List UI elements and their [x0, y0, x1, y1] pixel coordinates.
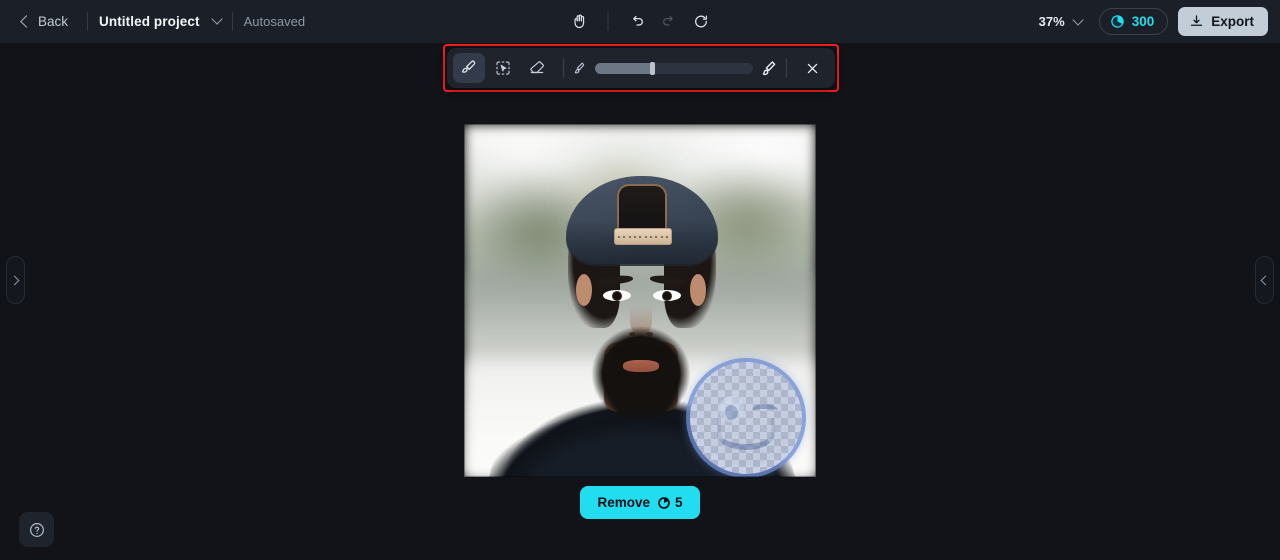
header-right-group: 37% 300 Export: [1032, 0, 1268, 43]
credit-coin-icon: [658, 496, 670, 509]
slider-handle[interactable]: [649, 61, 655, 75]
help-circle-icon: [29, 522, 44, 537]
redo-icon[interactable]: [654, 7, 684, 37]
zoom-level-control[interactable]: 37%: [1032, 9, 1089, 34]
brush-size-large-icon[interactable]: [760, 59, 778, 77]
chevron-down-icon[interactable]: [210, 13, 223, 25]
eraser-icon: [530, 61, 544, 74]
zoom-level-value: 37%: [1038, 14, 1065, 29]
remove-cost-group: 5: [657, 495, 683, 510]
chevron-right-icon: [9, 275, 20, 285]
back-button-label: Back: [38, 13, 69, 29]
image-editor-app: Back Untitled project Autosaved 37% 300 …: [0, 0, 1280, 560]
divider: [87, 11, 89, 31]
credits-badge[interactable]: 300: [1098, 8, 1169, 35]
toolbar-close-segment: [778, 53, 829, 83]
brush-size-slider[interactable]: [594, 61, 753, 75]
header-left-group: Back Untitled project Autosaved: [14, 9, 305, 34]
back-button[interactable]: Back: [14, 9, 76, 34]
brush-toolbar-highlight: [443, 44, 839, 92]
brush-tool-button[interactable]: [453, 53, 486, 83]
export-button[interactable]: Export: [1178, 7, 1268, 36]
project-name[interactable]: Untitled project: [99, 14, 200, 29]
slider-fill: [594, 62, 652, 74]
download-icon: [1191, 15, 1203, 26]
credits-count: 300: [1131, 14, 1155, 29]
divider: [563, 58, 564, 78]
hand-tool-icon[interactable]: [565, 7, 595, 37]
app-header: Back Untitled project Autosaved 37% 300 …: [0, 0, 1280, 43]
smart-select-icon: [496, 61, 510, 75]
header-canvas-tools: [565, 0, 716, 43]
left-panel-toggle[interactable]: [6, 256, 25, 304]
help-button[interactable]: [19, 512, 54, 547]
divider: [786, 58, 787, 78]
chevron-left-icon: [1260, 275, 1271, 285]
close-icon: [807, 63, 817, 73]
remove-cost-value: 5: [675, 495, 683, 510]
portrait-photo: [464, 124, 816, 477]
divider: [231, 11, 233, 31]
export-button-label: Export: [1211, 14, 1254, 29]
image-canvas[interactable]: [464, 124, 816, 477]
eraser-tool-button[interactable]: [521, 53, 553, 83]
remove-button[interactable]: Remove 5: [580, 486, 700, 519]
chevron-down-icon: [1072, 13, 1084, 26]
autosaved-status: Autosaved: [243, 13, 306, 29]
smart-select-tool-button[interactable]: [487, 53, 519, 83]
undo-icon[interactable]: [622, 7, 652, 37]
brush-toolbar: [447, 48, 835, 88]
chevron-left-icon: [20, 14, 33, 28]
close-toolbar-button[interactable]: [795, 53, 829, 83]
divider: [607, 12, 609, 31]
remove-button-label: Remove: [597, 495, 650, 510]
right-panel-toggle[interactable]: [1255, 256, 1274, 304]
paintbrush-icon: [461, 60, 476, 73]
photo-border: [464, 124, 816, 477]
credit-coin-icon: [1110, 15, 1124, 28]
brush-size-control: [572, 59, 778, 77]
brush-size-small-icon[interactable]: [572, 60, 588, 76]
reset-icon[interactable]: [686, 7, 716, 37]
